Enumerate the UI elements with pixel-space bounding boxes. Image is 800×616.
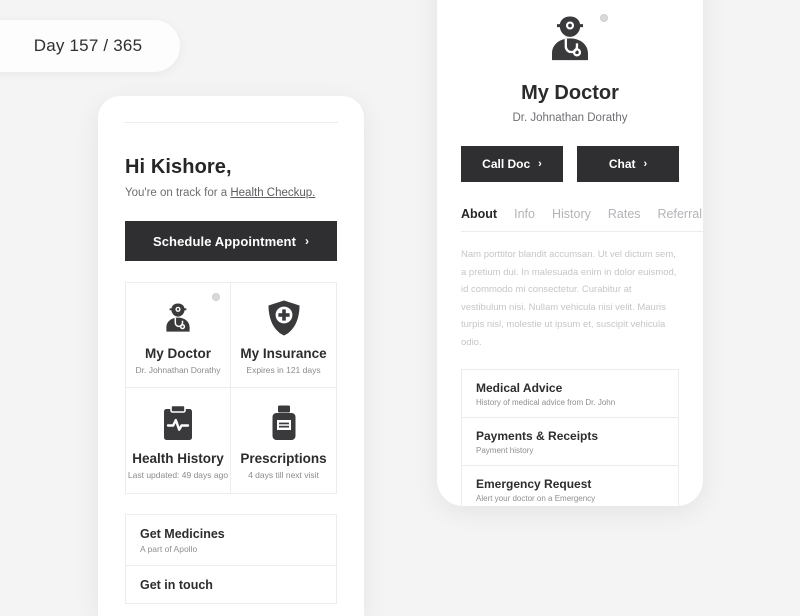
tab-history[interactable]: History — [552, 207, 591, 221]
list-item-title: Emergency Request — [476, 477, 592, 492]
doctor-icon — [158, 297, 198, 339]
chat-button[interactable]: Chat › — [577, 146, 679, 182]
tab-referral[interactable]: Referral — [658, 207, 702, 221]
grid-card-subtitle: Last updated: 49 days ago — [127, 470, 229, 480]
grid-card-my-doctor[interactable]: My Doctor Dr. Johnathan Dorathy — [126, 283, 231, 388]
doctor-action-buttons: Call Doc › Chat › — [461, 146, 679, 182]
about-body-text: Nam porttitor blandit accumsan. Ut vel d… — [461, 249, 677, 348]
phone-right-screen: My Doctor Dr. Johnathan Dorathy Call Doc… — [437, 0, 703, 506]
grid-card-subtitle: Dr. Johnathan Dorathy — [135, 365, 221, 375]
greeting-heading: Hi Kishore, — [125, 156, 232, 178]
greeting-subtitle: You're on track for a Health Checkup. — [125, 187, 364, 199]
grid-card-health-history[interactable]: Health History Last updated: 49 days ago — [126, 388, 231, 493]
list-item-subtitle: Payment history — [476, 446, 534, 456]
list-item-medical-advice[interactable]: Medical Advice History of medical advice… — [462, 370, 678, 419]
tab-info[interactable]: Info — [514, 207, 535, 221]
grid-card-title: My Doctor — [144, 346, 211, 361]
doctor-options-list: Medical Advice History of medical advice… — [461, 369, 679, 506]
call-doc-button[interactable]: Call Doc › — [461, 146, 563, 182]
list-item-title: Payments & Receipts — [476, 429, 599, 444]
greeting-subtitle-text: You're on track for a — [125, 187, 231, 199]
phone-left-screen: Hi Kishore, You're on track for a Health… — [98, 96, 364, 616]
day-counter-label: Day 157 / 365 — [33, 36, 143, 55]
chat-label: Chat — [608, 157, 636, 171]
doctor-profile-header: My Doctor Dr. Johnathan Dorathy — [437, 0, 703, 124]
quick-actions-grid: My Doctor Dr. Johnathan Dorathy My Insur… — [125, 282, 337, 494]
phone-mockup-right: My Doctor Dr. Johnathan Dorathy Call Doc… — [437, 0, 703, 506]
schedule-appointment-label: Schedule Appointment — [152, 233, 297, 249]
chevron-right-icon: › — [643, 158, 648, 170]
grid-card-prescriptions[interactable]: Prescriptions 4 days till next visit — [231, 388, 336, 493]
health-checkup-link[interactable]: Health Checkup. — [230, 187, 315, 199]
grid-card-title: Health History — [132, 451, 224, 466]
doctor-avatar — [510, 8, 630, 70]
schedule-appointment-button[interactable]: Schedule Appointment › — [125, 221, 337, 261]
list-item-subtitle: A part of Apollo — [140, 544, 198, 554]
grid-card-title: My Insurance — [240, 346, 327, 361]
call-doc-label: Call Doc — [482, 157, 531, 171]
grid-card-title: Prescriptions — [240, 451, 327, 466]
list-item-subtitle: History of medical advice from Dr. John — [476, 398, 616, 408]
tab-rates[interactable]: Rates — [608, 207, 641, 221]
clipboard-pulse-icon — [160, 402, 196, 444]
doctor-detail-tabs: About Info History Rates Referral — [461, 207, 703, 232]
list-item-emergency-request[interactable]: Emergency Request Alert your doctor on a… — [462, 466, 678, 506]
tab-about[interactable]: About — [461, 207, 497, 221]
notification-dot-icon — [600, 14, 608, 22]
list-item-get-in-touch[interactable]: Get in touch — [126, 566, 336, 603]
grid-card-subtitle: 4 days till next visit — [248, 470, 319, 480]
grid-card-my-insurance[interactable]: My Insurance Expires in 121 days — [231, 283, 336, 388]
list-item-payments-receipts[interactable]: Payments & Receipts Payment history — [462, 418, 678, 467]
list-item-title: Get Medicines — [140, 527, 225, 541]
chevron-right-icon: › — [538, 158, 542, 170]
home-screen-content: Hi Kishore, You're on track for a Health… — [98, 156, 364, 604]
list-item-subtitle: Alert your doctor on a Emergency — [476, 494, 596, 504]
screen-top-divider — [124, 122, 338, 123]
doctor-icon — [552, 16, 588, 61]
list-item-title: Medical Advice — [476, 381, 563, 396]
phone-mockup-left: Hi Kishore, You're on track for a Health… — [98, 96, 364, 616]
services-list: Get Medicines A part of Apollo Get in to… — [125, 514, 337, 604]
doctor-detail-content: My Doctor Dr. Johnathan Dorathy Call Doc… — [437, 0, 703, 506]
list-item-title: Get in touch — [140, 578, 213, 592]
notification-dot-icon — [212, 293, 220, 301]
grid-card-subtitle: Expires in 121 days — [246, 365, 321, 375]
shield-plus-icon — [266, 297, 302, 339]
doctor-name-subtitle: Dr. Johnathan Dorathy — [512, 112, 628, 124]
page-title: My Doctor — [521, 82, 619, 104]
list-item-get-medicines[interactable]: Get Medicines A part of Apollo — [126, 515, 336, 566]
day-counter-badge: Day 157 / 365 — [0, 20, 180, 72]
medicine-bottle-icon — [268, 402, 300, 444]
chevron-right-icon: › — [305, 234, 310, 248]
